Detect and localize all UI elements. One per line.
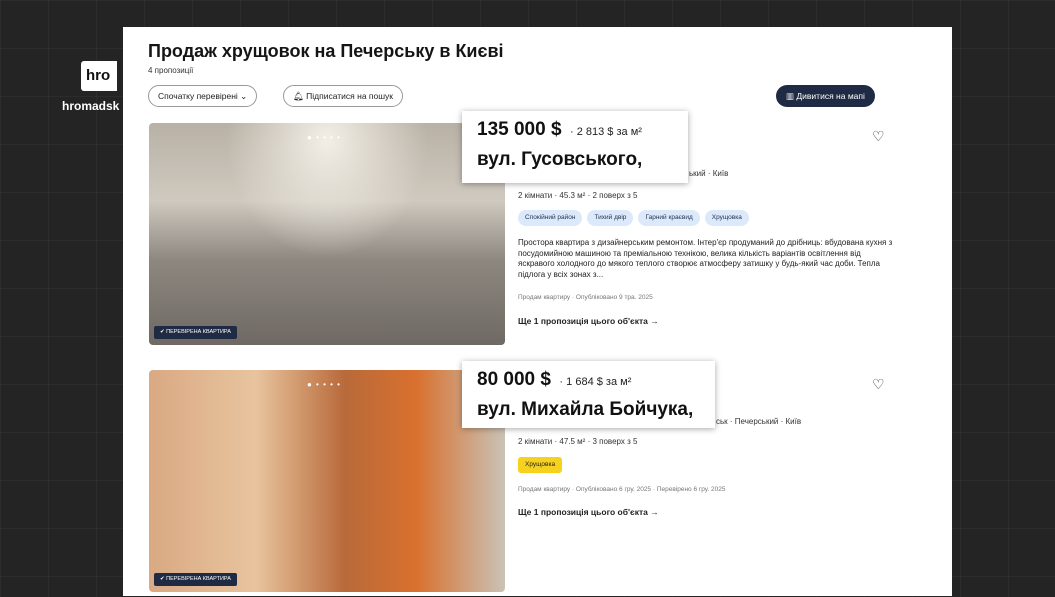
tag: Спокійний район xyxy=(518,210,583,226)
carousel-dots[interactable]: ● • • • • xyxy=(307,133,341,142)
brand-logo[interactable]: hro xyxy=(81,61,117,91)
brand-logo-text: hromadsk xyxy=(62,99,120,113)
more-offers-link[interactable]: Ще 1 пропозиція цього об'єкта → xyxy=(518,507,659,517)
carousel-dots[interactable]: ● • • • • xyxy=(307,380,341,389)
verified-icon: ✔ xyxy=(160,576,165,582)
more-offers-link[interactable]: Ще 1 пропозиція цього об'єкта → xyxy=(518,316,659,326)
listing-street[interactable]: вул. Гусовського, xyxy=(477,149,678,171)
tag: Гарний краєвид xyxy=(638,210,700,226)
listing-street[interactable]: вул. Михайла Бойчука, xyxy=(477,399,705,421)
listing-photo[interactable]: ● • • • • ✔ ПЕРЕВІРЕНА КВАРТИРА xyxy=(149,123,505,345)
heart-icon[interactable]: ♡ xyxy=(872,128,885,145)
tag: Хрущовка xyxy=(704,210,749,226)
sort-label: Спочатку перевірені xyxy=(158,91,238,101)
view-on-map-button[interactable]: ▥ Дивитися на мапі xyxy=(776,85,875,107)
verified-badge: ✔ ПЕРЕВІРЕНА КВАРТИРА xyxy=(154,326,237,339)
listing-price: 135 000 $ xyxy=(477,119,562,140)
tag: Хрущовка xyxy=(518,457,563,473)
listing-price: 80 000 $ xyxy=(477,369,551,390)
tag: Тихий двір xyxy=(587,210,634,226)
listing-location: ький · Київ xyxy=(689,169,729,178)
map-icon: ▥ xyxy=(786,91,795,101)
chevron-down-icon: ⌄ xyxy=(240,91,248,101)
verified-badge-label: ПЕРЕВІРЕНА КВАРТИРА xyxy=(166,329,231,335)
listings-page: Продаж хрущовок на Печерську в Києві 4 п… xyxy=(123,27,952,596)
price-per-m2: · 1 684 $ за м² xyxy=(559,376,632,388)
listing-photo[interactable]: ● • • • • ✔ ПЕРЕВІРЕНА КВАРТИРА xyxy=(149,370,505,592)
listing-posted: Продам квартиру · Опубліковано 6 гру. 20… xyxy=(518,486,726,493)
page-title: Продаж хрущовок на Печерську в Києві xyxy=(148,41,504,61)
subscribe-search-button[interactable]: 🔔︎ Підписатися на пошук xyxy=(283,85,404,107)
subscribe-label: Підписатися на пошук xyxy=(306,91,394,101)
verified-badge-label: ПЕРЕВІРЕНА КВАРТИРА xyxy=(166,576,231,582)
results-count: 4 пропозиції xyxy=(148,66,194,75)
price-callout: 135 000 $ · 2 813 $ за м² вул. Гусовсько… xyxy=(462,111,688,183)
sort-dropdown[interactable]: Спочатку перевірені ⌄ xyxy=(148,85,258,107)
listing-posted: Продам квартиру · Опубліковано 9 тра. 20… xyxy=(518,294,653,301)
verified-badge: ✔ ПЕРЕВІРЕНА КВАРТИРА xyxy=(154,573,237,586)
listing-details: 2 кімнати · 45.3 м² · 2 поверх з 5 xyxy=(518,191,638,200)
listing-details: 2 кімнати · 47.5 м² · 3 поверх з 5 xyxy=(518,437,638,446)
listing-tags: Хрущовка xyxy=(518,457,563,473)
listing-description: Простора квартира з дизайнерським ремонт… xyxy=(518,238,893,279)
price-per-m2: · 2 813 $ за м² xyxy=(569,126,642,138)
verified-icon: ✔ xyxy=(160,329,165,335)
price-callout: 80 000 $ · 1 684 $ за м² вул. Михайла Бо… xyxy=(462,361,715,428)
bell-icon: 🔔︎ xyxy=(293,91,304,101)
listing-tags: Спокійний район Тихий двір Гарний краєви… xyxy=(518,210,749,226)
brand-logo-short: hro xyxy=(86,67,111,84)
map-label: Дивитися на мапі xyxy=(796,91,865,101)
listing-location: ськ · Печерський · Київ xyxy=(716,417,802,426)
heart-icon[interactable]: ♡ xyxy=(872,376,885,393)
